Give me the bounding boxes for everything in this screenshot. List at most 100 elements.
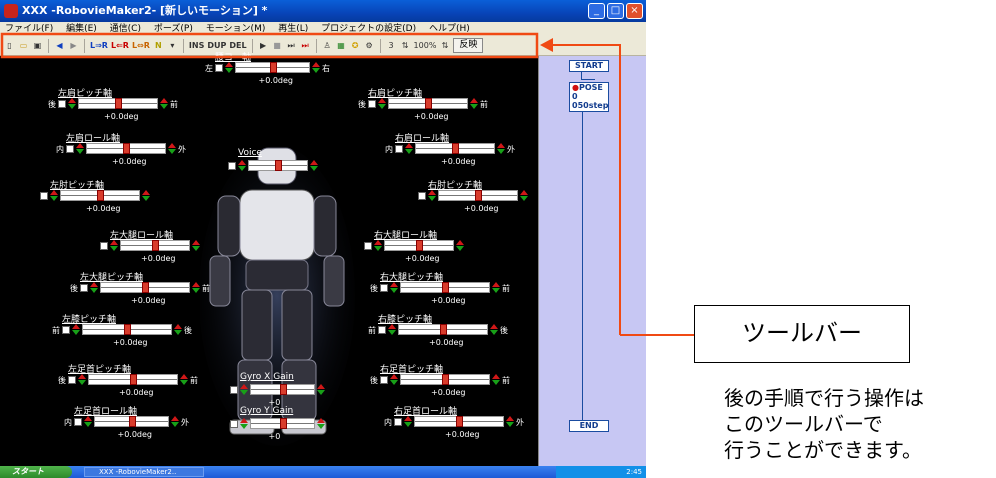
joint-spinner[interactable] <box>160 98 168 109</box>
end-node[interactable]: END <box>569 420 609 432</box>
joint-enable-checkbox[interactable] <box>364 242 372 250</box>
joint-spinner[interactable] <box>388 324 396 335</box>
joint-slider-track[interactable] <box>400 282 490 293</box>
joint-enable-checkbox[interactable] <box>368 100 376 108</box>
joint-enable-checkbox[interactable] <box>40 192 48 200</box>
light-bulb-icon[interactable]: ✪ <box>350 39 361 53</box>
joint-spinner[interactable] <box>192 240 200 251</box>
joint-spinner[interactable] <box>497 143 505 154</box>
mirror-icon[interactable]: L⇔R <box>132 39 150 53</box>
zoom-spinner[interactable]: ⇅ <box>400 39 411 53</box>
joint-slider-thumb[interactable] <box>123 143 130 154</box>
menu-edit[interactable]: 編集(E) <box>66 24 97 34</box>
joint-spinner[interactable] <box>142 190 150 201</box>
reflect-button[interactable]: 反映 <box>453 38 484 53</box>
joint-spinner[interactable] <box>225 62 233 73</box>
joint-slider-thumb[interactable] <box>275 160 282 171</box>
joint-slider-thumb[interactable] <box>279 384 287 395</box>
joint-spinner[interactable] <box>374 240 382 251</box>
joint-spinner[interactable] <box>50 190 58 201</box>
joint-slider-thumb[interactable] <box>416 240 423 251</box>
joint-spinner[interactable] <box>490 324 498 335</box>
joint-spinner[interactable] <box>240 418 248 429</box>
joint-spinner[interactable] <box>90 282 98 293</box>
joint-enable-checkbox[interactable] <box>100 242 108 250</box>
joint-slider-track[interactable] <box>414 416 504 427</box>
new-file-icon[interactable]: ▯ <box>4 39 15 53</box>
joint-spinner[interactable] <box>168 143 176 154</box>
joint-spinner[interactable] <box>78 374 86 385</box>
minimize-button[interactable]: _ <box>588 3 605 19</box>
joint-spinner[interactable] <box>317 418 325 429</box>
joint-enable-checkbox[interactable] <box>80 284 88 292</box>
joint-enable-checkbox[interactable] <box>66 145 74 153</box>
joint-spinner[interactable] <box>171 416 179 427</box>
joint-slider-thumb[interactable] <box>425 98 432 109</box>
joint-slider-thumb[interactable] <box>279 418 287 429</box>
joint-enable-checkbox[interactable] <box>62 326 70 334</box>
joint-spinner[interactable] <box>317 384 325 395</box>
taskbar-app-button[interactable]: XXX -RobovieMaker2.. <box>84 467 204 477</box>
joint-slider-thumb[interactable] <box>475 190 482 201</box>
start-node[interactable]: START <box>569 60 609 72</box>
joint-slider-thumb[interactable] <box>152 240 159 251</box>
joint-slider-track[interactable] <box>94 416 169 427</box>
joint-slider-track[interactable] <box>248 160 308 171</box>
joint-enable-checkbox[interactable] <box>68 376 76 384</box>
joint-spinner[interactable] <box>492 374 500 385</box>
joint-slider-track[interactable] <box>384 240 454 251</box>
joint-spinner[interactable] <box>72 324 80 335</box>
joint-spinner[interactable] <box>84 416 92 427</box>
joint-spinner[interactable] <box>180 374 188 385</box>
joint-slider-thumb[interactable] <box>452 143 459 154</box>
forward-arrow-icon[interactable]: ▶ <box>68 39 79 53</box>
left-right-copy-icon[interactable]: L⇒R <box>90 39 108 53</box>
joint-spinner[interactable] <box>520 190 528 201</box>
joint-spinner[interactable] <box>390 282 398 293</box>
joint-spinner[interactable] <box>174 324 182 335</box>
joint-slider-track[interactable] <box>250 418 315 429</box>
close-button[interactable]: × <box>626 3 643 19</box>
joint-slider-track[interactable] <box>88 374 178 385</box>
joint-slider-thumb[interactable] <box>130 374 137 385</box>
menu-motion[interactable]: モーション(M) <box>206 24 266 34</box>
pose-node[interactable]: ●POSE 0 050step <box>569 82 609 112</box>
joint-spinner[interactable] <box>492 282 500 293</box>
joint-slider-track[interactable] <box>100 282 190 293</box>
joint-slider-thumb[interactable] <box>269 62 277 73</box>
joint-slider-thumb[interactable] <box>456 416 463 427</box>
joint-enable-checkbox[interactable] <box>228 162 236 170</box>
menu-help[interactable]: ヘルプ(H) <box>429 24 470 34</box>
joint-slider-track[interactable] <box>82 324 172 335</box>
joint-enable-checkbox[interactable] <box>215 64 223 72</box>
right-left-copy-icon[interactable]: L⇐R <box>111 39 129 53</box>
joint-spinner[interactable] <box>110 240 118 251</box>
dropdown-arrow-icon[interactable]: ▾ <box>167 39 178 53</box>
insert-button[interactable]: INS <box>189 39 204 53</box>
joint-slider-thumb[interactable] <box>142 282 149 293</box>
joint-slider-thumb[interactable] <box>440 324 447 335</box>
joint-slider-thumb[interactable] <box>442 374 449 385</box>
joint-slider-thumb[interactable] <box>128 416 136 427</box>
joint-spinner[interactable] <box>470 98 478 109</box>
joint-spinner[interactable] <box>312 62 320 73</box>
menu-project-settings[interactable]: プロジェクトの設定(D) <box>321 24 416 34</box>
joint-spinner[interactable] <box>76 143 84 154</box>
joint-enable-checkbox[interactable] <box>74 418 82 426</box>
joint-slider-thumb[interactable] <box>97 190 104 201</box>
joint-spinner[interactable] <box>68 98 76 109</box>
back-arrow-icon[interactable]: ◀ <box>54 39 65 53</box>
joint-slider-track[interactable] <box>388 98 468 109</box>
menu-pose[interactable]: ポーズ(P) <box>154 24 193 34</box>
maximize-button[interactable]: □ <box>607 3 624 19</box>
joint-enable-checkbox[interactable] <box>230 386 238 394</box>
joint-spinner[interactable] <box>404 416 412 427</box>
all-joints-icon[interactable]: N <box>153 39 164 53</box>
joint-enable-checkbox[interactable] <box>378 326 386 334</box>
joint-slider-thumb[interactable] <box>115 98 122 109</box>
menu-play[interactable]: 再生(L) <box>278 24 308 34</box>
menu-communication[interactable]: 通信(C) <box>110 24 141 34</box>
joint-spinner[interactable] <box>310 160 318 171</box>
joint-spinner[interactable] <box>238 160 246 171</box>
joint-enable-checkbox[interactable] <box>230 420 238 428</box>
